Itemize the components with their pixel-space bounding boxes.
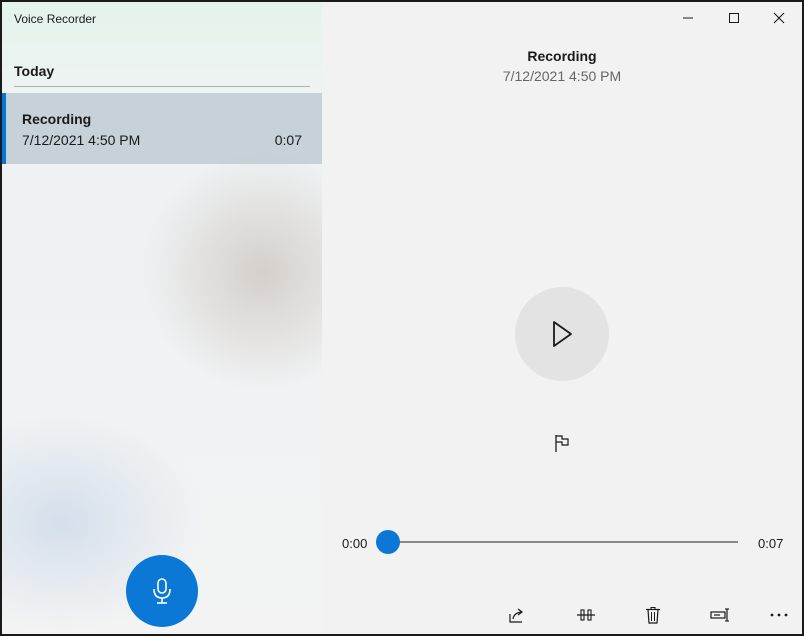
recording-list-item[interactable]: Recording 7/12/2021 4:50 PM 0:07: [2, 93, 322, 164]
total-time: 0:07: [758, 536, 784, 551]
maximize-icon: [728, 12, 740, 24]
trim-icon: [576, 606, 596, 624]
more-options-button[interactable]: [762, 600, 796, 630]
group-divider: [14, 86, 310, 87]
record-button[interactable]: [126, 555, 198, 627]
rename-icon: [710, 606, 730, 624]
trash-icon: [645, 606, 661, 624]
recording-timestamp: 7/12/2021 4:50 PM: [502, 68, 622, 84]
share-icon: [508, 606, 526, 624]
recording-name: Recording: [22, 111, 92, 127]
rename-button[interactable]: [703, 600, 737, 630]
close-button[interactable]: [756, 2, 802, 34]
recording-duration: 0:07: [274, 132, 302, 148]
app-title: Voice Recorder: [14, 12, 97, 26]
close-icon: [773, 12, 785, 24]
recording-date: 7/12/2021 4:50 PM: [22, 132, 141, 148]
recording-title: Recording: [527, 48, 597, 64]
seek-track[interactable]: [388, 541, 738, 543]
maximize-button[interactable]: [711, 2, 757, 34]
group-header-today: Today: [14, 63, 55, 79]
play-icon: [549, 319, 575, 349]
selection-indicator: [2, 93, 6, 164]
share-button[interactable]: [500, 600, 534, 630]
play-button[interactable]: [515, 287, 609, 381]
minimize-icon: [682, 12, 694, 24]
seek-thumb[interactable]: [376, 530, 400, 554]
voice-recorder-window: Voice Recorder Today Recording 7/12/2021…: [0, 0, 804, 636]
flag-icon: [553, 433, 571, 453]
microphone-icon: [150, 577, 174, 605]
more-icon: [769, 612, 789, 618]
minimize-button[interactable]: [665, 2, 711, 34]
recordings-pane: Voice Recorder Today Recording 7/12/2021…: [2, 2, 322, 634]
player-pane: Recording 7/12/2021 4:50 PM 0:00 0:07: [322, 2, 802, 634]
current-time: 0:00: [342, 536, 368, 551]
add-marker-button[interactable]: [546, 427, 578, 459]
delete-button[interactable]: [636, 600, 670, 630]
trim-button[interactable]: [569, 600, 603, 630]
